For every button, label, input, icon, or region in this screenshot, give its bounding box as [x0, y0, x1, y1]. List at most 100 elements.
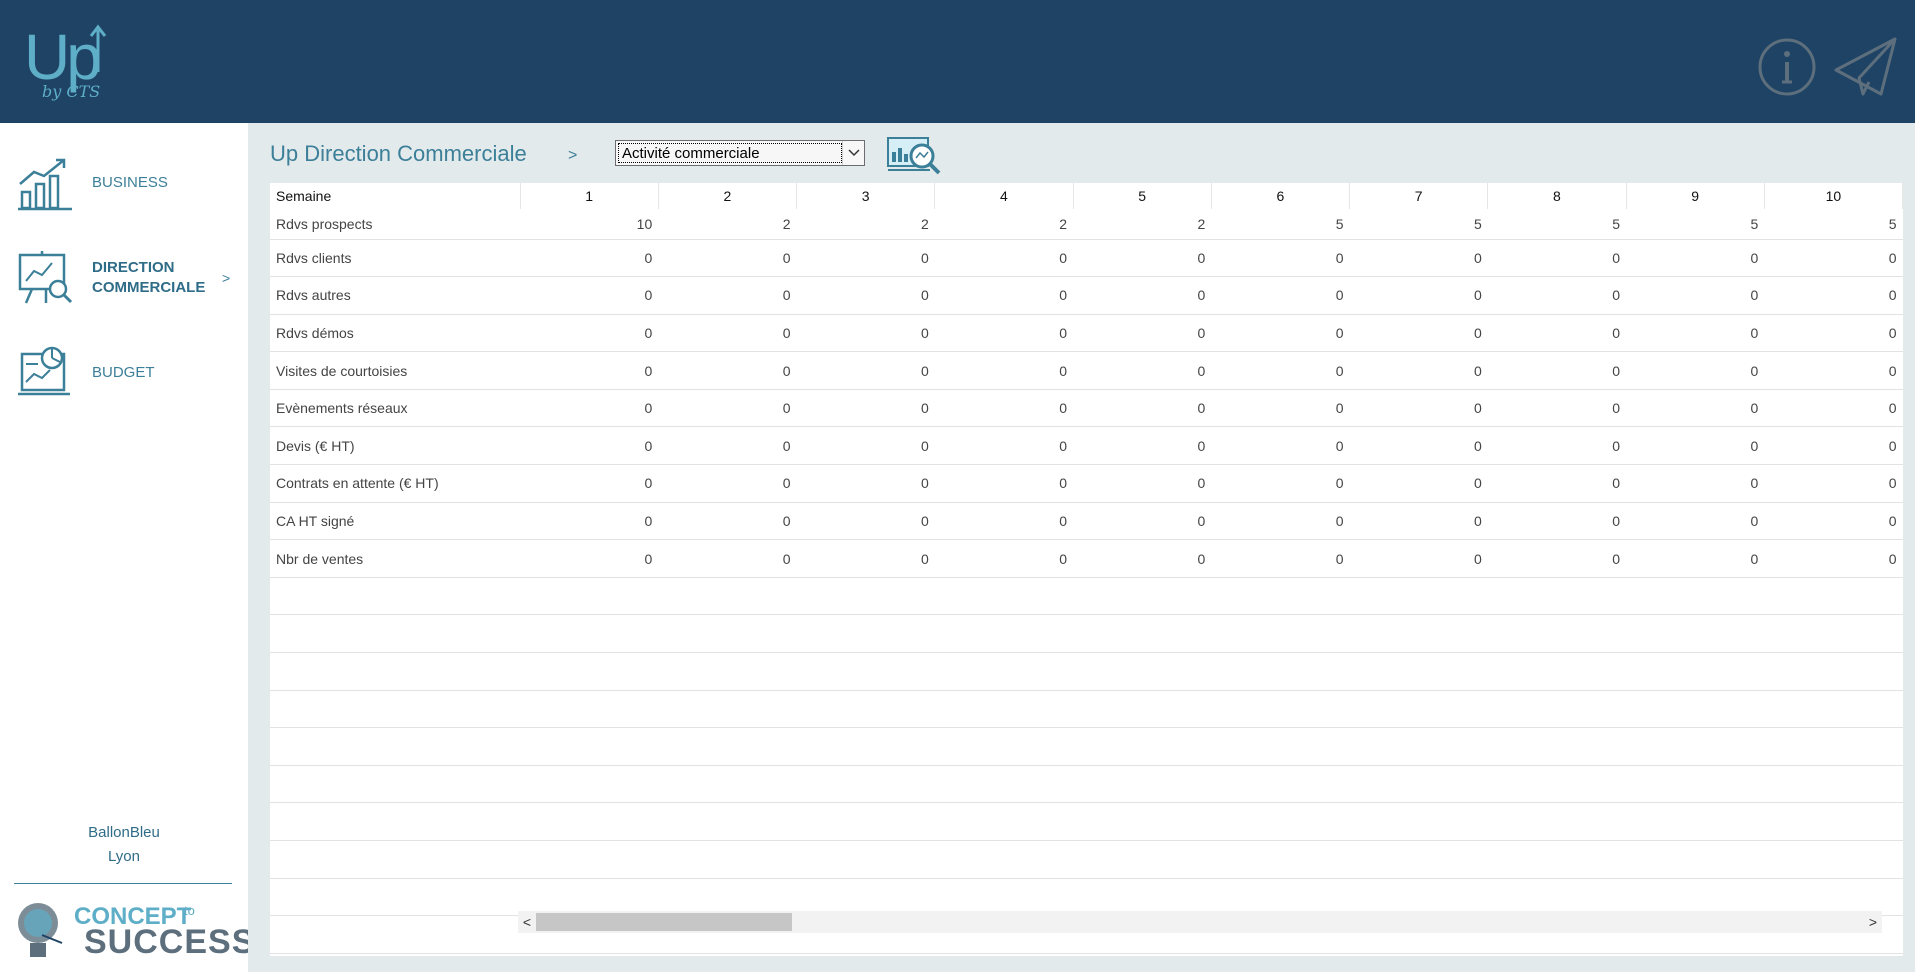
empty-cell[interactable] [1487, 577, 1626, 616]
empty-cell[interactable] [796, 727, 935, 766]
empty-cell[interactable] [1349, 802, 1488, 841]
table-cell[interactable]: 0 [934, 464, 1073, 503]
table-cell[interactable]: 5 [1349, 209, 1488, 240]
table-cell[interactable]: 0 [1487, 389, 1626, 428]
empty-cell[interactable] [796, 614, 935, 654]
table-cell[interactable]: 0 [934, 502, 1073, 541]
table-cell[interactable]: 0 [658, 539, 797, 578]
empty-cell[interactable] [1349, 614, 1488, 654]
table-cell[interactable]: 0 [1487, 314, 1626, 353]
empty-cell[interactable] [1073, 802, 1212, 841]
empty-cell[interactable] [1073, 577, 1212, 616]
table-cell[interactable]: 0 [1073, 539, 1212, 578]
empty-cell[interactable] [658, 652, 797, 691]
info-icon[interactable] [1757, 37, 1817, 102]
table-cell[interactable]: 0 [1487, 239, 1626, 278]
empty-cell[interactable] [1487, 840, 1626, 879]
empty-cell[interactable] [520, 690, 659, 729]
table-cell[interactable]: 2 [1073, 209, 1212, 240]
empty-cell[interactable] [1211, 840, 1350, 879]
table-cell[interactable]: 0 [520, 502, 659, 541]
table-cell[interactable]: 0 [934, 239, 1073, 278]
table-cell[interactable]: 0 [1073, 464, 1212, 503]
empty-cell[interactable] [1626, 577, 1765, 616]
empty-cell[interactable] [1764, 614, 1903, 654]
empty-cell[interactable] [1487, 765, 1626, 804]
table-cell[interactable]: 0 [1626, 351, 1765, 390]
table-cell[interactable]: 0 [1349, 464, 1488, 503]
table-cell[interactable]: 0 [934, 389, 1073, 428]
empty-cell[interactable] [658, 765, 797, 804]
table-cell[interactable]: 0 [1211, 426, 1350, 466]
empty-cell[interactable] [796, 690, 935, 729]
empty-cell[interactable] [658, 577, 797, 616]
empty-cell[interactable] [1626, 802, 1765, 841]
empty-cell[interactable] [1764, 577, 1903, 616]
sidebar-item-direction-commerciale[interactable]: DIRECTION COMMERCIALE > [0, 238, 248, 318]
empty-cell[interactable] [1073, 652, 1212, 691]
table-cell[interactable]: 0 [1626, 502, 1765, 541]
table-cell[interactable]: 0 [1487, 426, 1626, 466]
table-cell[interactable]: 0 [1487, 351, 1626, 390]
table-cell[interactable]: 0 [1073, 314, 1212, 353]
table-cell[interactable]: 0 [1073, 276, 1212, 315]
table-cell[interactable]: 0 [1211, 502, 1350, 541]
table-cell[interactable]: 2 [796, 209, 935, 240]
empty-cell[interactable] [1211, 614, 1350, 654]
scroll-right-icon[interactable]: > [1864, 914, 1882, 930]
table-cell[interactable]: 0 [1764, 314, 1903, 353]
report-magnifier-icon[interactable] [886, 136, 942, 176]
empty-cell[interactable] [1211, 765, 1350, 804]
empty-cell[interactable] [1073, 614, 1212, 654]
empty-cell[interactable] [1349, 652, 1488, 691]
paper-plane-icon[interactable] [1833, 36, 1899, 103]
table-cell[interactable]: 0 [520, 351, 659, 390]
table-cell[interactable]: 0 [520, 276, 659, 315]
empty-cell[interactable] [1626, 652, 1765, 691]
empty-cell[interactable] [520, 840, 659, 879]
empty-cell[interactable] [1626, 727, 1765, 766]
empty-cell[interactable] [520, 802, 659, 841]
empty-cell[interactable] [270, 652, 520, 691]
empty-cell[interactable] [1349, 840, 1488, 879]
empty-cell[interactable] [1764, 652, 1903, 691]
table-cell[interactable]: 2 [658, 209, 797, 240]
table-cell[interactable]: 5 [1211, 209, 1350, 240]
empty-cell[interactable] [796, 652, 935, 691]
empty-cell[interactable] [270, 614, 520, 654]
empty-cell[interactable] [1764, 802, 1903, 841]
empty-cell[interactable] [1349, 690, 1488, 729]
empty-cell[interactable] [270, 878, 520, 917]
table-cell[interactable]: 0 [658, 276, 797, 315]
table-cell[interactable]: 2 [934, 209, 1073, 240]
empty-cell[interactable] [1349, 577, 1488, 616]
empty-cell[interactable] [270, 727, 520, 766]
table-cell[interactable]: 0 [934, 539, 1073, 578]
table-cell[interactable]: 0 [520, 239, 659, 278]
empty-cell[interactable] [270, 915, 520, 954]
table-cell[interactable]: 0 [1349, 314, 1488, 353]
table-cell[interactable]: 0 [658, 239, 797, 278]
table-cell[interactable]: 0 [796, 276, 935, 315]
table-cell[interactable]: 10 [520, 209, 659, 240]
table-cell[interactable]: 0 [1349, 276, 1488, 315]
empty-cell[interactable] [1073, 727, 1212, 766]
table-cell[interactable]: 0 [1626, 426, 1765, 466]
empty-cell[interactable] [1211, 690, 1350, 729]
table-cell[interactable]: 0 [1487, 539, 1626, 578]
empty-cell[interactable] [658, 727, 797, 766]
horizontal-scrollbar[interactable]: < > [518, 911, 1882, 933]
empty-cell[interactable] [1764, 765, 1903, 804]
table-cell[interactable]: 0 [796, 351, 935, 390]
table-cell[interactable]: 0 [796, 389, 935, 428]
chevron-down-icon[interactable] [842, 141, 864, 165]
table-cell[interactable]: 0 [1626, 389, 1765, 428]
table-cell[interactable]: 5 [1764, 209, 1903, 240]
empty-cell[interactable] [1073, 840, 1212, 879]
table-cell[interactable]: 0 [1764, 464, 1903, 503]
empty-cell[interactable] [1073, 765, 1212, 804]
empty-cell[interactable] [796, 840, 935, 879]
empty-cell[interactable] [1626, 690, 1765, 729]
table-cell[interactable]: 0 [1626, 464, 1765, 503]
scroll-track[interactable] [536, 913, 1864, 931]
